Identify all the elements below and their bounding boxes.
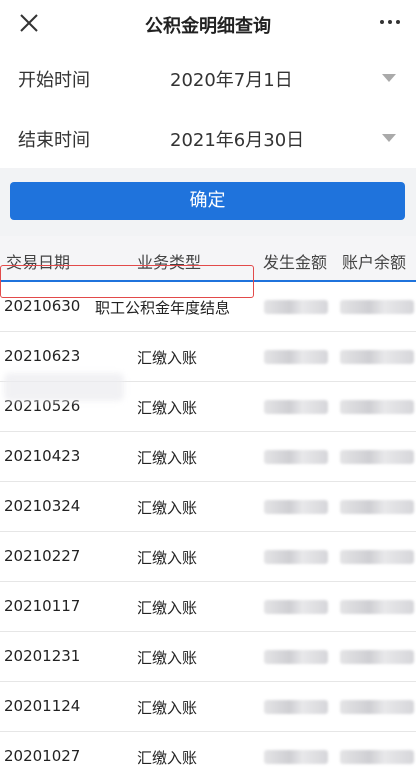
row-date: 20210623 [4,347,81,365]
amount-redacted [264,350,328,364]
row-date: 20201124 [4,697,81,715]
balance-redacted [340,550,414,564]
table-row[interactable]: 20210117 汇缴入账 [0,582,416,632]
confirm-area: 确定 [0,168,416,236]
balance-redacted [340,400,414,414]
amount-redacted [264,500,328,514]
nav-bar: 公积金明细查询 [0,0,416,48]
row-date: 20210117 [4,597,81,615]
row-type: 汇缴入账 [137,399,198,417]
row-type: 职工公积金年度结息 [95,299,231,317]
table-row[interactable]: 20210423 汇缴入账 [0,432,416,482]
row-date: 20210324 [4,497,81,515]
dropdown-arrow-icon[interactable] [382,134,396,142]
row-date: 20210227 [4,547,81,565]
row-type: 汇缴入账 [137,699,198,717]
balance-redacted [340,350,414,364]
page-title: 公积金明细查询 [145,16,271,37]
start-date-picker[interactable]: 开始时间 2020年7月1日 [0,48,416,108]
start-date-value[interactable]: 2020年7月1日 [170,66,293,92]
end-date-label: 结束时间 [18,130,90,151]
amount-redacted [264,750,328,764]
row-type: 汇缴入账 [137,599,198,617]
balance-redacted [340,600,414,614]
balance-redacted [340,300,414,314]
table-row[interactable]: 20201124 汇缴入账 [0,682,416,732]
dropdown-arrow-icon[interactable] [382,74,396,82]
table-row[interactable]: 20201231 汇缴入账 [0,632,416,682]
amount-redacted [264,650,328,664]
column-header-amount: 发生金额 [263,253,328,272]
table-row[interactable]: 20210227 汇缴入账 [0,532,416,582]
highlight-box [0,265,254,298]
balance-redacted [340,500,414,514]
row-type: 汇缴入账 [137,449,198,467]
row-type: 汇缴入账 [137,499,198,517]
amount-redacted [264,300,328,314]
start-date-label: 开始时间 [18,70,90,91]
end-date-picker[interactable]: 结束时间 2021年6月30日 [0,108,416,168]
column-header-balance: 账户余额 [342,253,407,272]
row-date: 20210423 [4,447,81,465]
balance-redacted [340,650,414,664]
table-row[interactable]: 20210324 汇缴入账 [0,482,416,532]
row-type: 汇缴入账 [137,549,198,567]
row-date: 20201027 [4,747,81,765]
amount-redacted [264,400,328,414]
amount-redacted [264,450,328,464]
amount-redacted [264,550,328,564]
end-date-value[interactable]: 2021年6月30日 [170,126,304,152]
row-date: 20201231 [4,647,81,665]
watermark [4,373,124,401]
row-type: 汇缴入账 [137,349,198,367]
balance-redacted [340,750,414,764]
more-icon[interactable] [380,20,400,24]
amount-redacted [264,600,328,614]
balance-redacted [340,700,414,714]
row-type: 汇缴入账 [137,749,198,767]
table-row[interactable]: 20201027 汇缴入账 [0,732,416,777]
row-type: 汇缴入账 [137,649,198,667]
balance-redacted [340,450,414,464]
row-date: 20210630 [4,297,81,315]
confirm-button[interactable]: 确定 [10,182,405,220]
amount-redacted [264,700,328,714]
